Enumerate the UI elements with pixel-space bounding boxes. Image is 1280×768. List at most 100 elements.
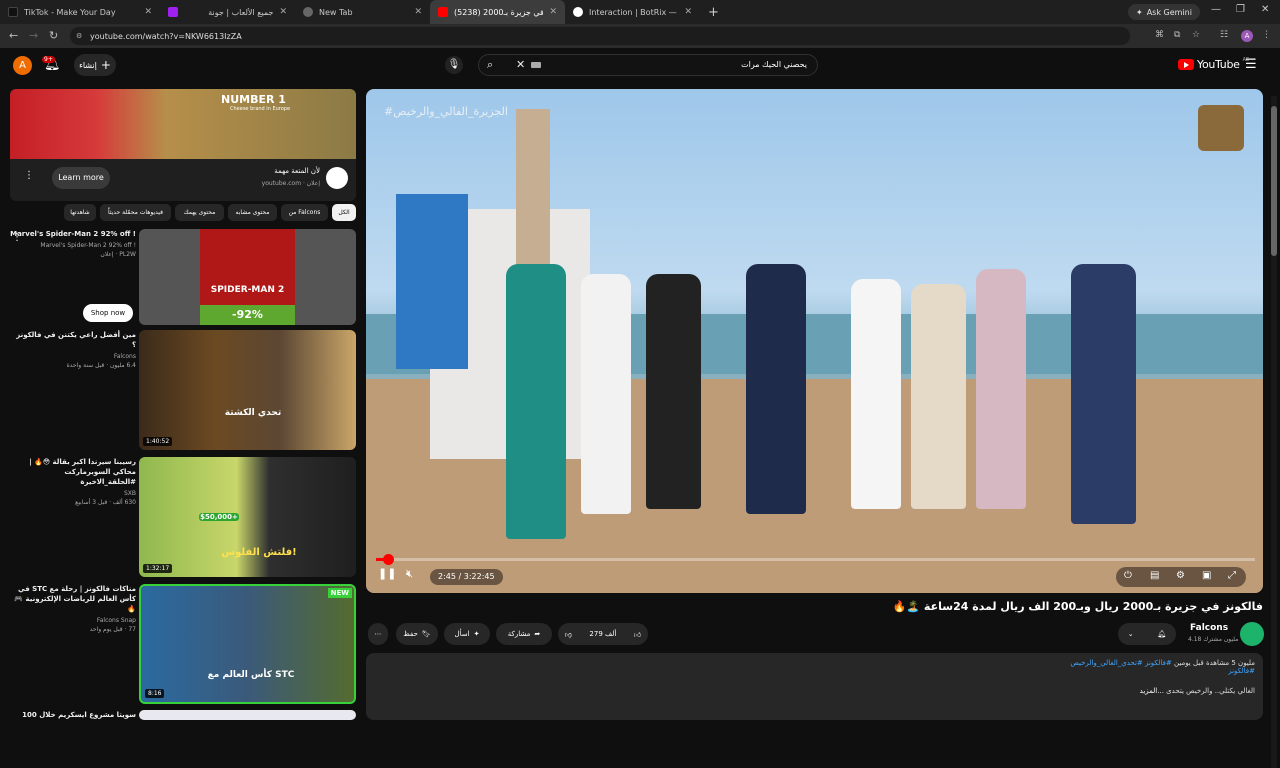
- close-icon[interactable]: ✕: [144, 7, 152, 17]
- ask-gemini-label: Ask Gemini: [1146, 7, 1192, 17]
- rec-title[interactable]: رسيبنا سيرندا اكبر بقالة 😳🔥 | محاكي السو…: [10, 457, 136, 487]
- rec-channel[interactable]: SXB: [10, 490, 136, 497]
- settings-gear-icon[interactable]: ⚙: [1176, 570, 1185, 581]
- description-box[interactable]: مليون 5 مشاهدة قبل يومين #فالكونز #تحدي_…: [366, 653, 1263, 720]
- browser-tab[interactable]: جميع الألعاب | جونة ✕: [160, 0, 295, 24]
- close-icon[interactable]: ✕: [279, 7, 287, 17]
- chip-all[interactable]: الكل: [332, 204, 356, 221]
- rec-channel[interactable]: Falcons: [10, 353, 136, 360]
- chip-similar[interactable]: محتوى مشابه: [228, 204, 277, 221]
- ask-button[interactable]: اسأل ✦: [444, 623, 490, 645]
- rec-title[interactable]: مناكات فالكونز | رحلة مع STC في كأس العا…: [10, 584, 136, 614]
- list-item[interactable]: سويتا مشروع ايسكريم خلال 100 ساعة !!: [10, 710, 356, 720]
- subtitles-icon[interactable]: ▤: [1150, 570, 1159, 581]
- close-icon[interactable]: ✕: [684, 7, 692, 17]
- subscribed-button[interactable]: ⌄ 🔔︎: [1118, 623, 1176, 645]
- browser-tab[interactable]: Interaction | BotRix — Cloud St ✕: [565, 0, 700, 24]
- minimize-icon[interactable]: —: [1211, 4, 1221, 15]
- rec-title[interactable]: مين أفضل راعي يكتنن في فالكونز ؟: [10, 330, 136, 350]
- page-scrollbar[interactable]: [1271, 96, 1277, 768]
- rec-thumbnail[interactable]: [139, 710, 356, 720]
- new-tab-button[interactable]: +: [700, 5, 727, 20]
- menu-dots-icon[interactable]: ⋮: [1262, 30, 1271, 40]
- miniplayer-icon[interactable]: ▣: [1202, 570, 1211, 581]
- browser-tab[interactable]: TikTok - Make Your Day ✕: [0, 0, 160, 24]
- share-button[interactable]: مشاركة ➦: [496, 623, 552, 645]
- pause-icon[interactable]: ❚❚: [378, 567, 396, 580]
- close-icon[interactable]: ✕: [414, 7, 422, 17]
- create-button[interactable]: إنشاء +: [74, 54, 116, 76]
- translate-icon[interactable]: ⌘: [1155, 30, 1164, 40]
- clear-search-icon[interactable]: ✕: [516, 58, 525, 71]
- show-more-link[interactable]: ...المزيد: [1140, 687, 1164, 695]
- browser-tab-active[interactable]: فالكونز في جزيرة بـ2000 (5238) ✕: [430, 0, 565, 24]
- search-bar[interactable]: ⌕ ✕ يحصني الحيك مرات: [478, 54, 818, 76]
- youtube-wordmark: YouTube: [1197, 58, 1240, 71]
- bookmark-star-icon[interactable]: ☆: [1192, 30, 1200, 40]
- save-button[interactable]: حفظ 🔖︎: [396, 623, 438, 645]
- chip-for-you[interactable]: محتوى يهمك: [175, 204, 224, 221]
- site-info-icon[interactable]: ⚙: [76, 32, 82, 40]
- scrubber-handle[interactable]: [382, 554, 394, 565]
- maximize-icon[interactable]: ❐: [1236, 4, 1245, 15]
- browser-tab[interactable]: New Tab ✕: [295, 0, 430, 24]
- close-window-icon[interactable]: ✕: [1261, 4, 1269, 15]
- extensions-icon[interactable]: ☷: [1220, 30, 1228, 40]
- close-icon[interactable]: ✕: [549, 7, 557, 17]
- install-icon[interactable]: ⧉: [1174, 30, 1180, 40]
- dislike-icon[interactable]: 👎︎: [565, 630, 572, 639]
- keyboard-icon[interactable]: [531, 62, 541, 68]
- list-item[interactable]: $50,000+ فلتش الفلوس! 1:32:17 رسيبنا سير…: [10, 457, 356, 577]
- rec-thumbnail[interactable]: SPIDER-MAN 2 -92%: [139, 229, 356, 325]
- voice-search-icon[interactable]: 🎙︎: [445, 56, 463, 74]
- shop-now-button[interactable]: Shop now: [83, 304, 133, 322]
- share-label: مشاركة: [507, 630, 531, 638]
- video-frame-person: [911, 284, 966, 509]
- list-item[interactable]: NEW كأس العالم مع STC 8:16 مناكات فالكون…: [10, 584, 356, 704]
- mute-icon[interactable]: 🔇︎: [406, 567, 413, 581]
- rec-thumbnail[interactable]: $50,000+ فلتش الفلوس! 1:32:17: [139, 457, 356, 577]
- rec-discount: -92%: [200, 305, 295, 325]
- list-item[interactable]: SPIDER-MAN 2 -92% Marvel's Spider-Man 2 …: [10, 229, 356, 325]
- reload-icon[interactable]: ↻: [49, 29, 58, 42]
- scrollbar-thumb[interactable]: [1271, 106, 1277, 256]
- url-field[interactable]: ⚙ youtube.com/watch?v=NKW6613IzZA: [70, 27, 1130, 45]
- more-actions-button[interactable]: ⋯: [368, 623, 388, 645]
- forward-icon[interactable]: →: [29, 29, 38, 42]
- channel-watermark-logo: [1198, 105, 1244, 151]
- search-input[interactable]: يحصني الحيك مرات: [741, 60, 807, 69]
- ad-menu-icon[interactable]: ⋮: [24, 170, 34, 181]
- description-tags[interactable]: #فالكونز #تحدي_الغالي_والرخيص: [1070, 659, 1171, 667]
- progress-bar[interactable]: [376, 554, 1255, 565]
- rec-channel[interactable]: Falcons Snap: [10, 617, 136, 624]
- rec-title[interactable]: سويتا مشروع ايسكريم خلال 100 ساعة !!: [10, 710, 136, 720]
- hamburger-menu-icon[interactable]: ☰: [1245, 57, 1257, 72]
- youtube-logo[interactable]: YouTube AE: [1178, 57, 1249, 71]
- ask-gemini-button[interactable]: ✦ Ask Gemini: [1128, 4, 1200, 20]
- rec-thumbnail[interactable]: NEW كأس العالم مع STC 8:16: [139, 584, 356, 704]
- chip-recently-uploaded[interactable]: فيديوهات محمّلة حديثاً: [100, 204, 171, 221]
- like-icon[interactable]: 👍︎: [634, 630, 641, 639]
- youtube-icon: [438, 7, 448, 17]
- rec-title[interactable]: Marvel's Spider-Man 2 92% off !: [10, 229, 136, 239]
- tab-title: جميع الألعاب | جونة: [208, 7, 274, 17]
- chip-from-falcons[interactable]: من Falcons: [281, 204, 328, 221]
- video-player[interactable]: #الجزيرة_الفالي_والرخيص ❚❚ 🔇︎ 2:45 / 3:2…: [366, 89, 1263, 593]
- channel-avatar[interactable]: [1240, 622, 1264, 646]
- ad-banner[interactable]: NUMBER 1 Cheese brand in Europe: [10, 89, 356, 159]
- fullscreen-icon[interactable]: ⤢: [1228, 570, 1236, 581]
- rec-channel: Marvel's Spider-Man 2 92% off !: [40, 242, 136, 249]
- autoplay-toggle-icon[interactable]: ⏻: [1124, 570, 1132, 581]
- description-tag[interactable]: #فالكونز: [374, 667, 1255, 675]
- more-dots-icon: ⋯: [374, 630, 382, 638]
- learn-more-button[interactable]: Learn more: [52, 167, 110, 189]
- search-icon[interactable]: ⌕: [487, 58, 493, 72]
- rec-thumbnail[interactable]: تحدي الكشتة 1:40:52: [139, 330, 356, 450]
- video-frame-person: [746, 264, 806, 514]
- account-avatar[interactable]: A: [13, 56, 32, 75]
- channel-name[interactable]: Falcons: [1190, 623, 1228, 633]
- chip-watched[interactable]: شاهدتها: [64, 204, 96, 221]
- back-icon[interactable]: ←: [9, 29, 18, 42]
- profile-avatar[interactable]: A: [1241, 30, 1253, 42]
- list-item[interactable]: تحدي الكشتة 1:40:52 مين أفضل راعي يكتنن …: [10, 330, 356, 450]
